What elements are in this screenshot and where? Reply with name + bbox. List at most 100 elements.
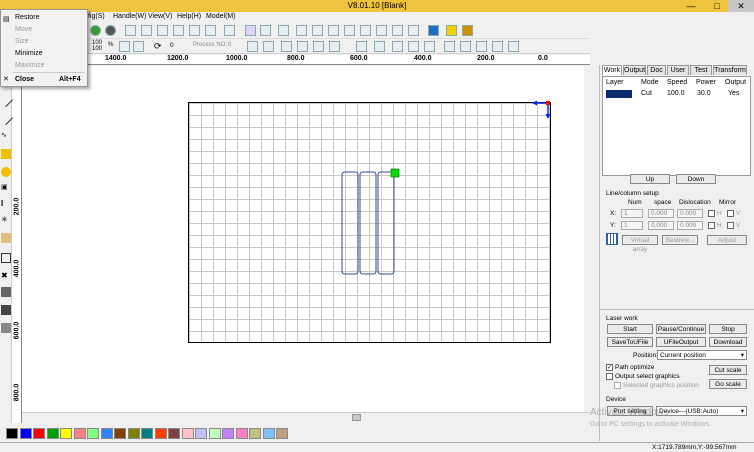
color-swatch[interactable]: [222, 428, 234, 439]
color-swatch[interactable]: [114, 428, 126, 439]
menu-item-move[interactable]: Move: [15, 26, 32, 33]
maximize-icon[interactable]: □: [704, 0, 730, 12]
monitor-icon[interactable]: [428, 25, 439, 36]
rect-select-icon[interactable]: [245, 25, 256, 36]
pan-icon[interactable]: [205, 25, 216, 36]
x-dislocation-input[interactable]: 0.000: [677, 209, 703, 218]
curve-tool-icon[interactable]: ∿: [1, 131, 11, 141]
tab-output[interactable]: Output: [623, 65, 646, 75]
device-select[interactable]: Device---(USB:Auto) ▾: [656, 406, 747, 416]
move-topleft-icon[interactable]: [444, 41, 455, 52]
stop-button[interactable]: Stop: [709, 324, 747, 334]
zoom-out-icon[interactable]: [141, 25, 152, 36]
adjust-button[interactable]: Adjust: [707, 235, 747, 245]
node-edit-icon[interactable]: [224, 25, 235, 36]
color-swatch[interactable]: [181, 428, 194, 439]
align-center-h-icon[interactable]: [356, 41, 367, 52]
horizontal-scrollbar[interactable]: [22, 412, 590, 422]
color-swatch[interactable]: [168, 428, 180, 439]
color-swatch[interactable]: [19, 428, 32, 439]
zoom-select-icon[interactable]: [173, 25, 184, 36]
color-swatch[interactable]: [276, 428, 288, 439]
move-center-icon[interactable]: [508, 41, 519, 52]
grid-tool-icon[interactable]: [1, 253, 11, 263]
y-mirror-v-checkbox[interactable]: [727, 222, 734, 229]
go-scale-button[interactable]: Go scale: [709, 379, 747, 389]
array-grid-icon[interactable]: [606, 233, 618, 245]
layer-down-button[interactable]: Down: [676, 174, 716, 184]
drawing-canvas[interactable]: [22, 66, 590, 412]
close-path-icon[interactable]: [408, 25, 419, 36]
start-button[interactable]: Start: [607, 324, 653, 334]
align-top-icon[interactable]: [313, 41, 324, 52]
cut-preview-icon[interactable]: [462, 25, 473, 36]
x-mirror-h-checkbox[interactable]: [708, 210, 715, 217]
measure-tool-icon[interactable]: [1, 323, 11, 333]
color-swatch[interactable]: [33, 428, 45, 439]
bitmap-icon[interactable]: [312, 25, 323, 36]
move-bottomright-icon[interactable]: [476, 41, 487, 52]
virtual-array-button[interactable]: Virtual array: [622, 235, 658, 253]
color-swatch[interactable]: [141, 428, 153, 439]
scroll-thumb[interactable]: [352, 414, 361, 421]
curve-icon[interactable]: [260, 25, 271, 36]
layer-color-swatch[interactable]: [606, 90, 632, 98]
layer-up-button[interactable]: Up: [630, 174, 670, 184]
mirror-h-icon[interactable]: [247, 41, 258, 52]
ufile-output-button[interactable]: UFileOutput: [656, 337, 706, 347]
mirror-v-icon[interactable]: [263, 41, 274, 52]
color-swatch[interactable]: [154, 428, 167, 439]
back-icon[interactable]: [90, 25, 101, 36]
y-num-input[interactable]: 1: [621, 221, 643, 230]
download-button[interactable]: Download: [709, 337, 747, 347]
knife-tool-icon[interactable]: ✖: [1, 271, 11, 281]
table-row[interactable]: Cut 100.0 30.0 Yes: [605, 90, 748, 99]
cut-scale-button[interactable]: Cut scale: [709, 365, 747, 375]
output-select-checkbox[interactable]: [606, 373, 613, 380]
position-select[interactable]: Current position ▾: [657, 350, 747, 360]
height-scale-value[interactable]: 100: [92, 46, 102, 52]
serpentine-cut-path[interactable]: [341, 171, 395, 275]
start-point-handle[interactable]: [390, 168, 400, 178]
text-tool-icon[interactable]: ▣: [1, 183, 11, 193]
menu-config[interactable]: fig(S): [88, 13, 105, 20]
barcode-tool-icon[interactable]: [1, 305, 11, 315]
menu-item-close[interactable]: Close: [15, 76, 34, 83]
zoom-page-icon[interactable]: [157, 25, 168, 36]
break-icon[interactable]: [392, 25, 403, 36]
menu-handle[interactable]: Handle(W): [113, 13, 146, 20]
menu-item-size[interactable]: Size: [15, 38, 29, 45]
x-num-input[interactable]: 1: [621, 209, 643, 218]
combine-icon[interactable]: [376, 25, 387, 36]
color-swatch[interactable]: [195, 428, 207, 439]
menu-model[interactable]: Model(M): [206, 13, 236, 20]
selected-position-checkbox[interactable]: [614, 382, 621, 389]
color-swatch[interactable]: [208, 428, 221, 439]
x-mirror-v-checkbox[interactable]: [727, 210, 734, 217]
align-bottom-icon[interactable]: [329, 41, 340, 52]
ungroup-icon[interactable]: [360, 25, 371, 36]
lock-ratio-icon[interactable]: [119, 41, 130, 52]
move-topright-icon[interactable]: [460, 41, 471, 52]
text-insert-icon[interactable]: I: [1, 199, 11, 209]
save-to-ufile-button[interactable]: SaveToUFile: [607, 337, 653, 347]
menu-item-restore[interactable]: Restore: [15, 14, 40, 21]
angle-value[interactable]: 0: [170, 42, 174, 49]
vertical-scrollbar[interactable]: [584, 66, 590, 412]
position-grid-icon[interactable]: [133, 41, 144, 52]
process-no-value[interactable]: 0: [228, 42, 231, 48]
color-swatch[interactable]: [249, 428, 261, 439]
same-width-icon[interactable]: [392, 41, 403, 52]
color-swatch[interactable]: [127, 428, 140, 439]
path-optimize-checkbox[interactable]: ✓: [606, 364, 613, 371]
minimize-icon[interactable]: —: [678, 0, 704, 12]
ellipse-tool-icon[interactable]: [1, 167, 11, 177]
bestrew-button[interactable]: Bestrew...: [662, 235, 698, 245]
color-swatch[interactable]: [235, 428, 248, 439]
zoom-fit-icon[interactable]: [189, 25, 200, 36]
color-swatch[interactable]: [100, 428, 113, 439]
same-size-icon[interactable]: [424, 41, 435, 52]
color-swatch[interactable]: [46, 428, 59, 439]
line-tool-icon[interactable]: [0, 92, 14, 108]
align-left-icon[interactable]: [281, 41, 292, 52]
